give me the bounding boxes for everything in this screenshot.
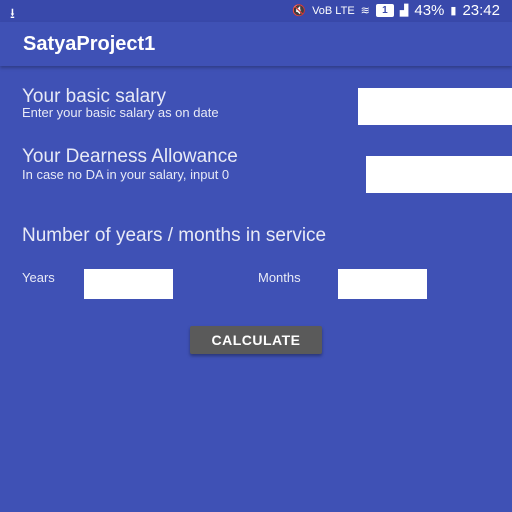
app-toolbar: SatyaProject1 [0,22,512,66]
salary-input[interactable] [358,88,512,125]
months-label: Months [258,270,301,285]
years-input[interactable] [84,269,173,299]
status-icons: 🔇 VoB LTE ≋ 1 ▟ 43% ▮ 23:42 [292,2,500,19]
years-label: Years [22,270,55,285]
calculate-button[interactable]: CALCULATE [190,326,322,354]
clock: 23:42 [462,2,500,19]
wifi-icon: ≋ [360,4,370,17]
signal-icon: ▟ [399,4,409,17]
salary-hint: Enter your basic salary as on date [22,105,219,120]
battery-percent: 43% [414,2,445,19]
battery-icon: ▮ [450,4,457,17]
mute-icon: 🔇 [292,4,307,17]
da-title: Your Dearness Allowance [22,146,238,167]
da-hint: In case no DA in your salary, input 0 [22,167,230,182]
service-title: Number of years / months in service [22,225,327,246]
sim-badge: 1 [375,4,394,17]
status-bar: ⭳ 🔇 VoB LTE ≋ 1 ▟ 43% ▮ 23:42 [0,0,512,22]
lte-indicator: VoB LTE [312,4,355,17]
app-title: SatyaProject1 [23,33,156,55]
months-input[interactable] [338,269,427,299]
da-input[interactable] [366,156,512,193]
